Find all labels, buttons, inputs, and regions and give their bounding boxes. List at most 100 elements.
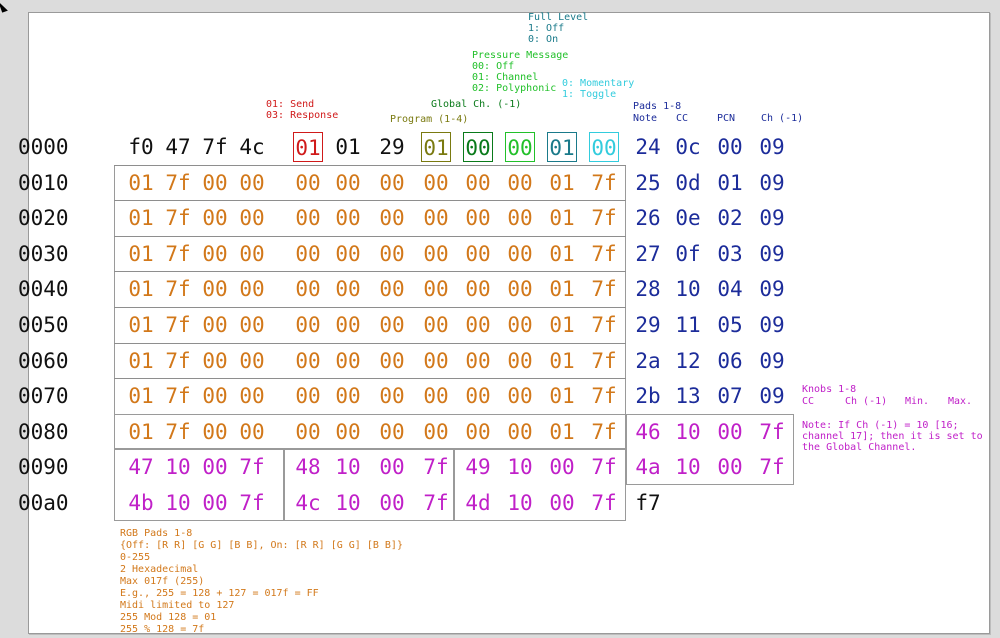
hex-row: 0000 f0 47 7f 4c 01 01 29 01 00 00 01 00 24 0c 00 09 xyxy=(0,129,1000,165)
hex-byte: 29 xyxy=(379,135,405,159)
hex-byte: 11 xyxy=(675,313,701,337)
hex-byte: 7f xyxy=(202,135,228,159)
hex-byte: 24 xyxy=(635,135,661,159)
global-channel-label: Global Ch. (-1) xyxy=(431,99,522,110)
hex-byte: 27 xyxy=(635,241,661,266)
hex-address: 0090 xyxy=(18,455,69,480)
row-0080-outline xyxy=(114,413,626,450)
hex-address: 0060 xyxy=(18,348,69,373)
pads-col-pcn: PCN xyxy=(717,113,736,124)
hex-byte: 00 xyxy=(717,135,743,159)
hex-byte: f7 xyxy=(635,491,661,515)
hex-byte: 09 xyxy=(759,313,785,337)
hex-byte: 0c xyxy=(675,135,701,159)
hex-address: 0020 xyxy=(18,206,69,231)
hex-byte: 0f xyxy=(675,241,701,266)
hex-address: 0010 xyxy=(18,170,69,195)
hex-address: 0040 xyxy=(18,277,69,302)
fader-level-note: Full Level 1: Off 0: On xyxy=(528,12,588,45)
pressure-line: 02: Polyphonic xyxy=(472,83,557,94)
hex-byte: 09 xyxy=(759,384,785,409)
hex-address: 0030 xyxy=(18,241,69,266)
pressure-note: Pressure Message 00: Off 01: Channel 02: Po… xyxy=(472,50,568,94)
rgb-note-line: {Off: [R R] [G G] [B B], On: [R R] [G G]… xyxy=(120,540,403,551)
pressure-title: Pressure Message xyxy=(472,50,569,61)
hex-byte: 01 xyxy=(335,135,361,159)
rgb-note-line: 2 Hexadecimal xyxy=(120,564,199,575)
hex-byte: 00 xyxy=(463,132,493,162)
hex-byte: 00 xyxy=(589,132,619,162)
hex-byte: 26 xyxy=(635,206,661,231)
fader-level-line: 0: On xyxy=(528,34,559,45)
hex-byte: 01 xyxy=(421,132,451,162)
hex-byte: 06 xyxy=(717,348,743,373)
pad-mode-line: 1: Toggle xyxy=(562,89,617,100)
row-divider xyxy=(114,307,626,308)
rgb-note-line: 255 % 128 = 7f xyxy=(120,624,205,635)
rgb-note-line: Max 017f (255) xyxy=(120,576,205,587)
hex-byte: 29 xyxy=(635,313,661,337)
hex-byte: 01 xyxy=(293,132,323,162)
rgb-note-line: E.g., 255 = 128 + 127 = 017f = FF xyxy=(120,588,319,599)
pads-header-title: Pads 1-8 xyxy=(633,101,682,112)
hex-byte: 01 xyxy=(547,132,577,162)
send-response-note: 01: Send 03: Response xyxy=(266,99,338,121)
hex-byte: 09 xyxy=(759,277,785,302)
rgb-note-line: RGB Pads 1-8 xyxy=(120,528,193,539)
rgb-note-line: 0-255 xyxy=(120,552,151,563)
hex-byte: 2a xyxy=(635,348,661,373)
hex-byte: 09 xyxy=(759,348,785,373)
rgb-pads-note: RGB Pads 1-8 {Off: [R R] [G G] [B B], On:… xyxy=(120,528,403,636)
hex-byte: 0e xyxy=(675,206,701,231)
knob-group-2 xyxy=(284,449,454,521)
hex-byte: 25 xyxy=(635,170,661,195)
pressure-line: 00: Off xyxy=(472,61,515,72)
rgb-note-line: 255 Mod 128 = 01 xyxy=(120,612,217,623)
row-divider xyxy=(114,164,626,166)
hex-address: 0070 xyxy=(18,384,69,409)
pressure-line: 01: Channel xyxy=(472,72,539,83)
fader-level-title: Full Level xyxy=(528,12,589,23)
hex-byte: 13 xyxy=(675,384,701,409)
knob-group-1 xyxy=(114,449,284,521)
hex-address: 0050 xyxy=(18,313,69,337)
rgb-note-line: Midi limited to 127 xyxy=(120,600,235,611)
hex-byte: 09 xyxy=(759,206,785,231)
send-line: 01: Send xyxy=(266,99,315,110)
row-divider xyxy=(114,342,626,344)
hex-byte: 00 xyxy=(505,132,535,162)
row-divider xyxy=(114,271,626,273)
knobs-outline-right xyxy=(626,413,794,485)
hex-byte: 03 xyxy=(717,241,743,266)
hex-address: 0080 xyxy=(18,419,69,444)
row-divider xyxy=(114,235,626,237)
hex-byte: 05 xyxy=(717,313,743,337)
hex-byte: 09 xyxy=(759,135,785,159)
hex-byte: 07 xyxy=(717,384,743,409)
hex-address: 00a0 xyxy=(18,491,69,515)
row-divider xyxy=(114,200,626,202)
hex-byte: 04 xyxy=(717,277,743,302)
fader-level-line: 1: Off xyxy=(528,23,565,34)
hex-byte: 47 xyxy=(165,135,191,159)
hex-byte: 2b xyxy=(635,384,661,409)
program-label: Program (1-4) xyxy=(390,114,469,125)
hex-byte: 4c xyxy=(239,135,265,159)
hex-address: 0000 xyxy=(18,135,69,159)
mouse-cursor-icon xyxy=(0,0,8,13)
hex-byte: 01 xyxy=(717,170,743,195)
pad-mode-note: 0: Momentary 1: Toggle xyxy=(562,78,634,100)
hex-byte: 10 xyxy=(675,277,701,302)
response-line: 03: Response xyxy=(266,110,339,121)
hex-byte: f0 xyxy=(128,135,154,159)
hex-byte: 09 xyxy=(759,170,785,195)
hex-byte: 09 xyxy=(759,241,785,266)
hex-byte: 28 xyxy=(635,277,661,302)
pads-col-cc: CC xyxy=(676,113,689,124)
hex-byte: 12 xyxy=(675,348,701,373)
pad-mode-line: 0: Momentary xyxy=(562,78,635,89)
pads-col-note: Note xyxy=(633,113,658,124)
hex-byte: 0d xyxy=(675,170,701,195)
pads-col-ch: Ch (-1) xyxy=(761,113,804,124)
knob-group-3 xyxy=(454,449,626,521)
